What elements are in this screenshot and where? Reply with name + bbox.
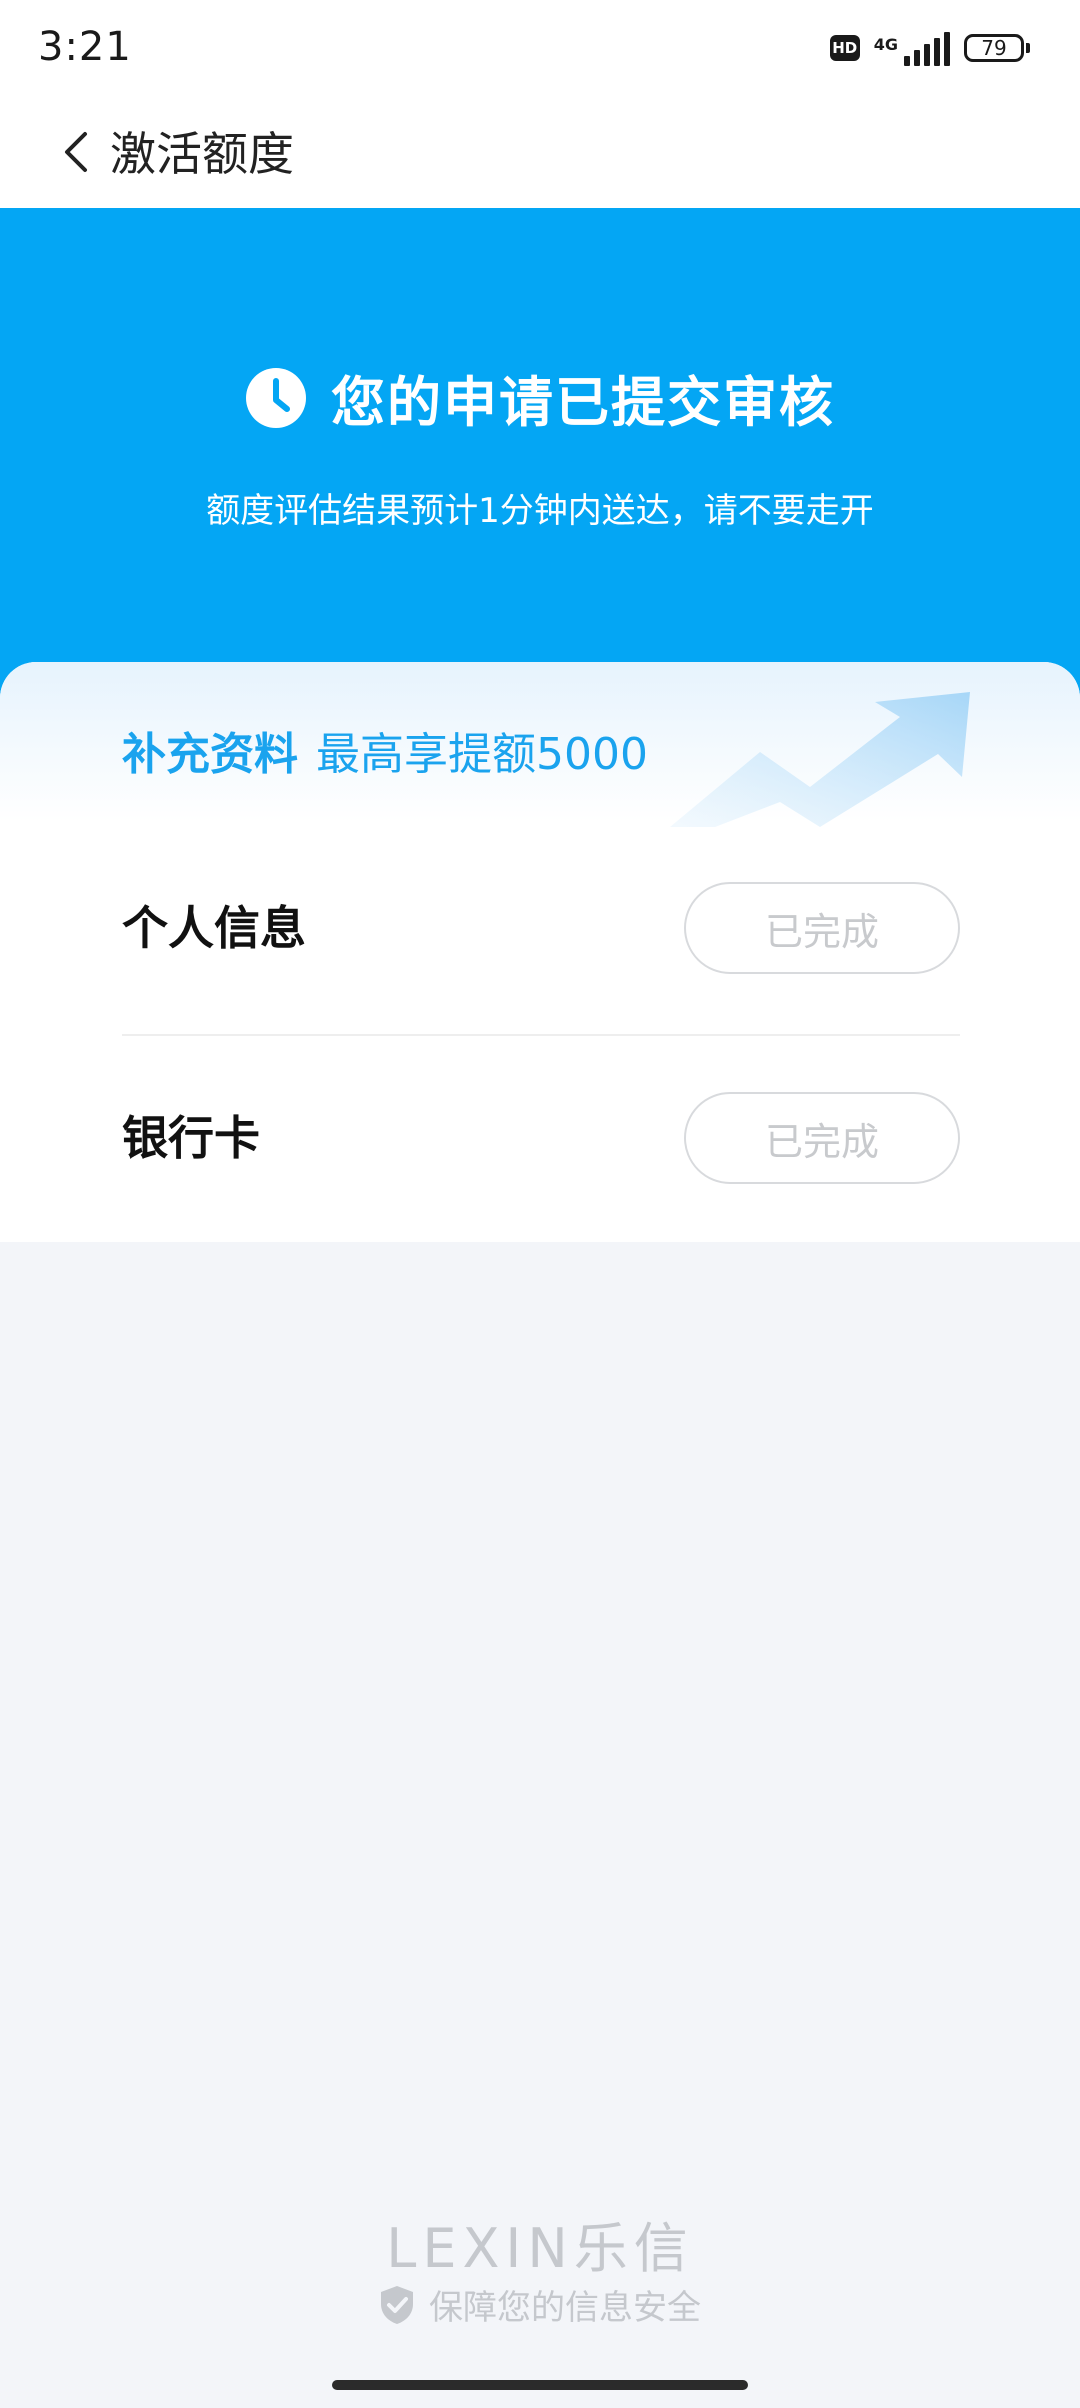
lexin-logo: LEXIN乐信 xyxy=(386,2217,694,2280)
network-indicator: 4G xyxy=(874,30,950,66)
banner-title: 您的申请已提交审核 xyxy=(331,371,835,434)
shield-check-icon xyxy=(381,2285,413,2324)
security-text: 保障您的信息安全 xyxy=(429,2288,701,2328)
divider xyxy=(122,1034,960,1036)
promo-text: 最高享提额5000 xyxy=(316,729,648,780)
completed-button[interactable]: 已完成 xyxy=(684,882,960,974)
promo-label: 补充资料 xyxy=(122,729,298,780)
battery-level: 79 xyxy=(964,34,1024,62)
security-notice: 保障您的信息安全 xyxy=(0,2280,1080,2329)
row-label: 银行卡 xyxy=(122,1111,260,1165)
list-item-personal-info[interactable]: 个人信息 已完成 xyxy=(122,828,960,1028)
status-icons: HD 4G 79 xyxy=(829,28,1030,68)
status-time: 3:21 xyxy=(38,24,132,70)
growth-arrow-icon xyxy=(670,692,970,827)
page-title: 激活额度 xyxy=(110,127,294,181)
clock-icon xyxy=(246,367,306,428)
chevron-left-icon xyxy=(65,132,87,172)
banner-headline: 您的申请已提交审核 xyxy=(0,358,1080,437)
battery-icon: 79 xyxy=(964,34,1030,62)
nav-bar: 激活额度 xyxy=(0,96,1080,208)
hd-icon: HD xyxy=(829,35,860,61)
signal-icon xyxy=(904,32,950,66)
home-indicator[interactable] xyxy=(332,2380,748,2390)
completed-button[interactable]: 已完成 xyxy=(684,1092,960,1184)
list-item-bank-card[interactable]: 银行卡 已完成 xyxy=(122,1038,960,1238)
info-card: 补充资料 最高享提额5000 个人信息 已完成 银行卡 已完成 xyxy=(0,662,1080,1242)
banner-subtitle: 额度评估结果预计1分钟内送达，请不要走开 xyxy=(206,491,874,531)
status-banner: 您的申请已提交审核 额度评估结果预计1分钟内送达，请不要走开 xyxy=(0,208,1080,708)
row-label: 个人信息 xyxy=(122,901,306,955)
status-bar: 3:21 HD 4G 79 xyxy=(0,0,1080,96)
back-button[interactable] xyxy=(44,120,108,184)
network-label: 4G xyxy=(873,35,898,54)
promo-banner: 补充资料 最高享提额5000 xyxy=(122,718,648,782)
